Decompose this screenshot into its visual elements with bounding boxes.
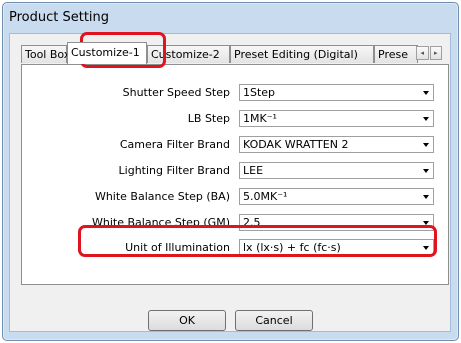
setting-label: LB Step	[187, 112, 230, 125]
chevron-down-icon	[423, 117, 429, 121]
setting-label: Lighting Filter Brand	[118, 164, 230, 177]
select-value: KODAK WRATTEN 2	[243, 138, 349, 151]
lb-step-select[interactable]: 1MK⁻¹	[239, 110, 434, 127]
setting-row-lb-step: LB Step 1MK⁻¹	[22, 110, 448, 127]
chevron-down-icon	[423, 143, 429, 147]
setting-label: Shutter Speed Step	[122, 86, 230, 99]
shutter-speed-step-select[interactable]: 1Step	[239, 84, 434, 101]
tab-preset-truncated[interactable]: Prese	[374, 45, 418, 63]
tab-customize-1[interactable]: Customize-1	[67, 42, 147, 64]
tab-preset-editing-digital[interactable]: Preset Editing (Digital)	[230, 45, 374, 63]
select-value: 1MK⁻¹	[243, 112, 277, 125]
tab-strip: Tool Box Customize-1 Customize-2 Preset …	[21, 42, 451, 64]
camera-filter-brand-select[interactable]: KODAK WRATTEN 2	[239, 136, 434, 153]
select-value: LEE	[243, 164, 264, 177]
setting-row-lighting-filter-brand: Lighting Filter Brand LEE	[22, 162, 448, 179]
cancel-button[interactable]: Cancel	[235, 310, 313, 331]
setting-row-shutter-speed-step: Shutter Speed Step 1Step	[22, 84, 448, 101]
tab-scroll-left-icon[interactable]: ◂	[416, 46, 429, 60]
select-value: 5.0MK⁻¹	[243, 190, 288, 203]
setting-label: Camera Filter Brand	[119, 138, 230, 151]
tab-scroll-right-icon[interactable]: ▸	[429, 46, 442, 60]
dialog-body: Tool Box Customize-1 Customize-2 Preset …	[9, 33, 451, 332]
window-title: Product Setting	[9, 10, 110, 25]
lighting-filter-brand-select[interactable]: LEE	[239, 162, 434, 179]
chevron-down-icon	[423, 195, 429, 199]
select-value: 1Step	[243, 86, 276, 99]
chevron-down-icon	[423, 169, 429, 173]
tab-tool-box[interactable]: Tool Box	[21, 45, 70, 63]
setting-row-white-balance-step-ba: White Balance Step (BA) 5.0MK⁻¹	[22, 188, 448, 205]
white-balance-step-ba-select[interactable]: 5.0MK⁻¹	[239, 188, 434, 205]
chevron-down-icon	[423, 91, 429, 95]
highlight-box-unit-of-illumination	[78, 225, 437, 257]
tab-scroll-buttons: ◂ ▸	[416, 46, 442, 60]
setting-label: White Balance Step (BA)	[94, 190, 230, 203]
ok-button[interactable]: OK	[148, 310, 226, 331]
setting-row-camera-filter-brand: Camera Filter Brand KODAK WRATTEN 2	[22, 136, 448, 153]
